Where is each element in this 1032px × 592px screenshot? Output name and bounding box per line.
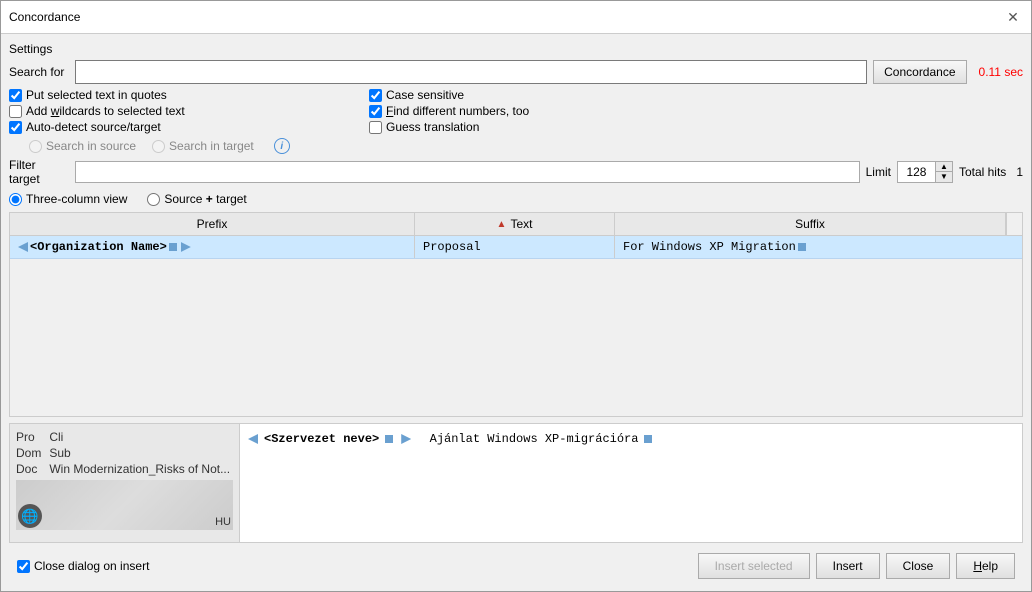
sort-icon: ▲ [497, 219, 507, 230]
main-content: Settings Search for Concordance 0.11 sec… [1, 34, 1031, 591]
text-cell: Proposal [415, 236, 615, 258]
limit-spinner[interactable]: ▲ ▼ [897, 161, 953, 183]
insert-selected-button[interactable]: Insert selected [698, 553, 810, 579]
close-window-button[interactable]: ✕ [1003, 7, 1023, 27]
text-column-header[interactable]: ▲ Text [415, 213, 615, 235]
time-label: 0.11 sec [979, 65, 1023, 79]
doc-value: Win Modernization_Risks of Not... [49, 462, 233, 476]
view-options: Three-column view Source + target [9, 192, 1023, 206]
search-in-source-radio[interactable]: Search in source [29, 139, 136, 153]
dom-value: Sub [49, 446, 233, 460]
spinner-down-button[interactable]: ▼ [936, 172, 952, 182]
table-row[interactable]: <Organization Name> Proposal For Windows… [10, 236, 1022, 259]
meta-grid: Pro Cli Dom Sub Doc Win Modernization_Ri… [16, 430, 233, 476]
translation-text: <Szervezet neve> Ajánlat Windows XP-migr… [248, 432, 654, 446]
suffix-cell: For Windows XP Migration [615, 236, 1022, 258]
suffix-square-icon [798, 243, 806, 251]
doc-label: Doc [16, 462, 41, 476]
search-row: Search for Concordance 0.11 sec [9, 60, 1023, 84]
total-hits-value: 1 [1016, 165, 1023, 179]
spinner-buttons: ▲ ▼ [936, 162, 952, 182]
language-badge: HU [215, 516, 231, 528]
prefix-column-header[interactable]: Prefix [10, 213, 415, 235]
close-on-insert-checkbox[interactable]: Close dialog on insert [17, 559, 149, 573]
spinner-up-button[interactable]: ▲ [936, 162, 952, 172]
total-hits-label: Total hits [959, 165, 1006, 179]
window-title: Concordance [9, 10, 80, 24]
search-for-label: Search for [9, 65, 69, 79]
source-target-radio-row: Search in source Search in target i [9, 138, 369, 154]
add-wildcards-checkbox[interactable]: Add wildcards to selected text [9, 104, 369, 118]
document-thumbnail: 🌐 HU [16, 480, 233, 530]
left-checkboxes: Put selected text in quotes Add wildcard… [9, 88, 369, 154]
concordance-window: Concordance ✕ Settings Search for Concor… [0, 0, 1032, 592]
insert-button[interactable]: Insert [816, 553, 880, 579]
trans-right-arrow [401, 434, 411, 444]
put-in-quotes-checkbox[interactable]: Put selected text in quotes [9, 88, 369, 102]
filter-target-input[interactable] [75, 161, 860, 183]
right-checkboxes: Case sensitive Find different numbers, t… [369, 88, 1023, 154]
prefix-tag-text: <Organization Name> [30, 240, 167, 254]
limit-value-input[interactable] [898, 162, 936, 182]
trans-square-1 [385, 435, 393, 443]
square-icon-1 [169, 243, 177, 251]
pro-label: Pro [16, 430, 41, 444]
trans-content: Ajánlat Windows XP-migrációra [415, 432, 638, 446]
table-body: <Organization Name> Proposal For Windows… [10, 236, 1022, 416]
footer: Close dialog on insert Insert selected I… [9, 549, 1023, 583]
case-sensitive-checkbox[interactable]: Case sensitive [369, 88, 1023, 102]
prefix-cell: <Organization Name> [10, 236, 415, 258]
concordance-button[interactable]: Concordance [873, 60, 966, 84]
find-different-numbers-checkbox[interactable]: Find different numbers, too [369, 104, 1023, 118]
pro-value: Cli [49, 430, 233, 444]
info-icon: i [274, 138, 290, 154]
footer-buttons: Insert selected Insert Close Help [698, 553, 1015, 579]
auto-detect-checkbox[interactable]: Auto-detect source/target [9, 120, 369, 134]
search-in-target-radio[interactable]: Search in target [152, 139, 254, 153]
checkboxes-area: Put selected text in quotes Add wildcard… [9, 88, 1023, 154]
three-column-radio[interactable]: Three-column view [9, 192, 127, 206]
bottom-section: Pro Cli Dom Sub Doc Win Modernization_Ri… [9, 423, 1023, 543]
trans-tag-text: <Szervezet neve> [264, 432, 379, 446]
table-header: Prefix ▲ Text Suffix [10, 213, 1022, 236]
trans-left-arrow [248, 434, 258, 444]
title-bar: Concordance ✕ [1, 1, 1031, 34]
translation-panel: <Szervezet neve> Ajánlat Windows XP-migr… [240, 424, 1022, 542]
search-input[interactable] [75, 60, 867, 84]
metadata-panel: Pro Cli Dom Sub Doc Win Modernization_Ri… [10, 424, 240, 542]
guess-translation-checkbox[interactable]: Guess translation [369, 120, 1023, 134]
right-nav-arrow [181, 242, 191, 252]
scrollbar-header-spacer [1006, 213, 1022, 235]
limit-label: Limit [866, 165, 891, 179]
trans-square-2 [644, 435, 652, 443]
close-button[interactable]: Close [886, 553, 951, 579]
suffix-column-header[interactable]: Suffix [615, 213, 1006, 235]
dom-label: Dom [16, 446, 41, 460]
filter-row: Filter target Limit ▲ ▼ Total hits 1 [9, 158, 1023, 186]
settings-label: Settings [9, 42, 1023, 56]
help-button[interactable]: Help [956, 553, 1015, 579]
thumbnail-icon: 🌐 [18, 504, 42, 528]
filter-target-label: Filter target [9, 158, 69, 186]
left-nav-arrow [18, 242, 28, 252]
source-target-radio[interactable]: Source + target [147, 192, 246, 206]
results-table: Prefix ▲ Text Suffix <Organization Name> [9, 212, 1023, 417]
